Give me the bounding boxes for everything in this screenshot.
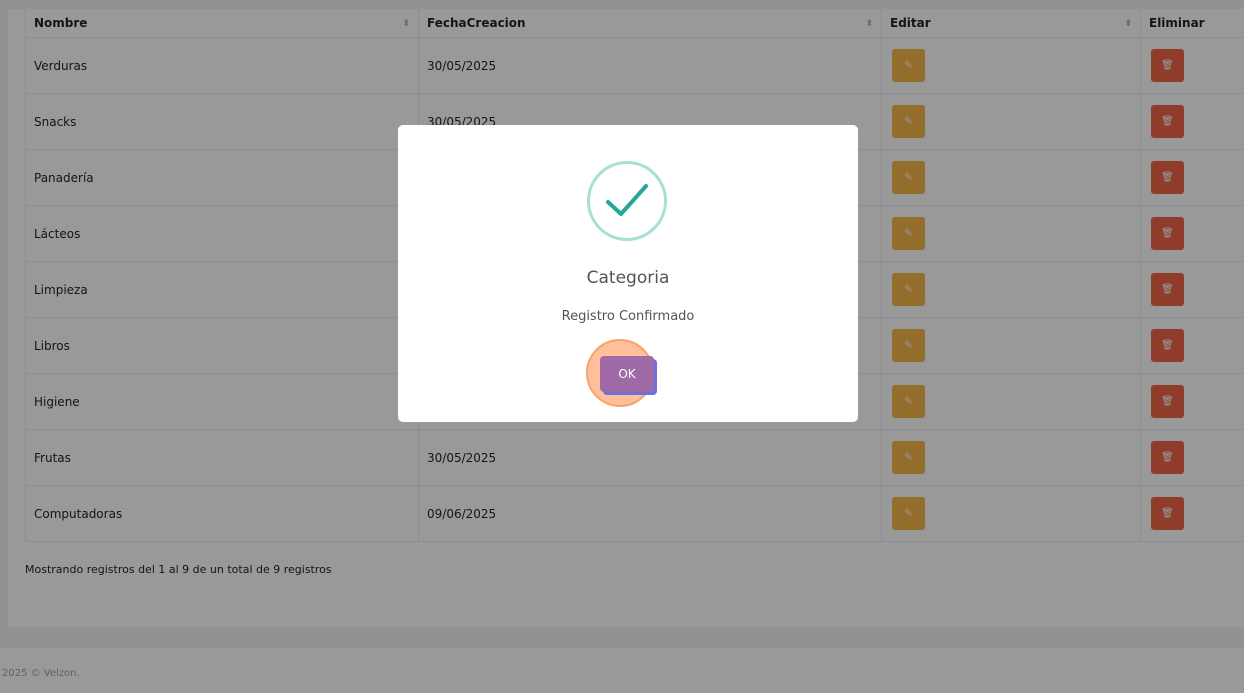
- dialog-title: Categoria: [586, 268, 670, 288]
- confirmation-dialog: Categoria Registro Confirmado OK: [398, 125, 858, 422]
- ok-button[interactable]: OK: [600, 356, 654, 392]
- dialog-message: Registro Confirmado: [561, 309, 695, 324]
- success-check-icon: [587, 161, 667, 241]
